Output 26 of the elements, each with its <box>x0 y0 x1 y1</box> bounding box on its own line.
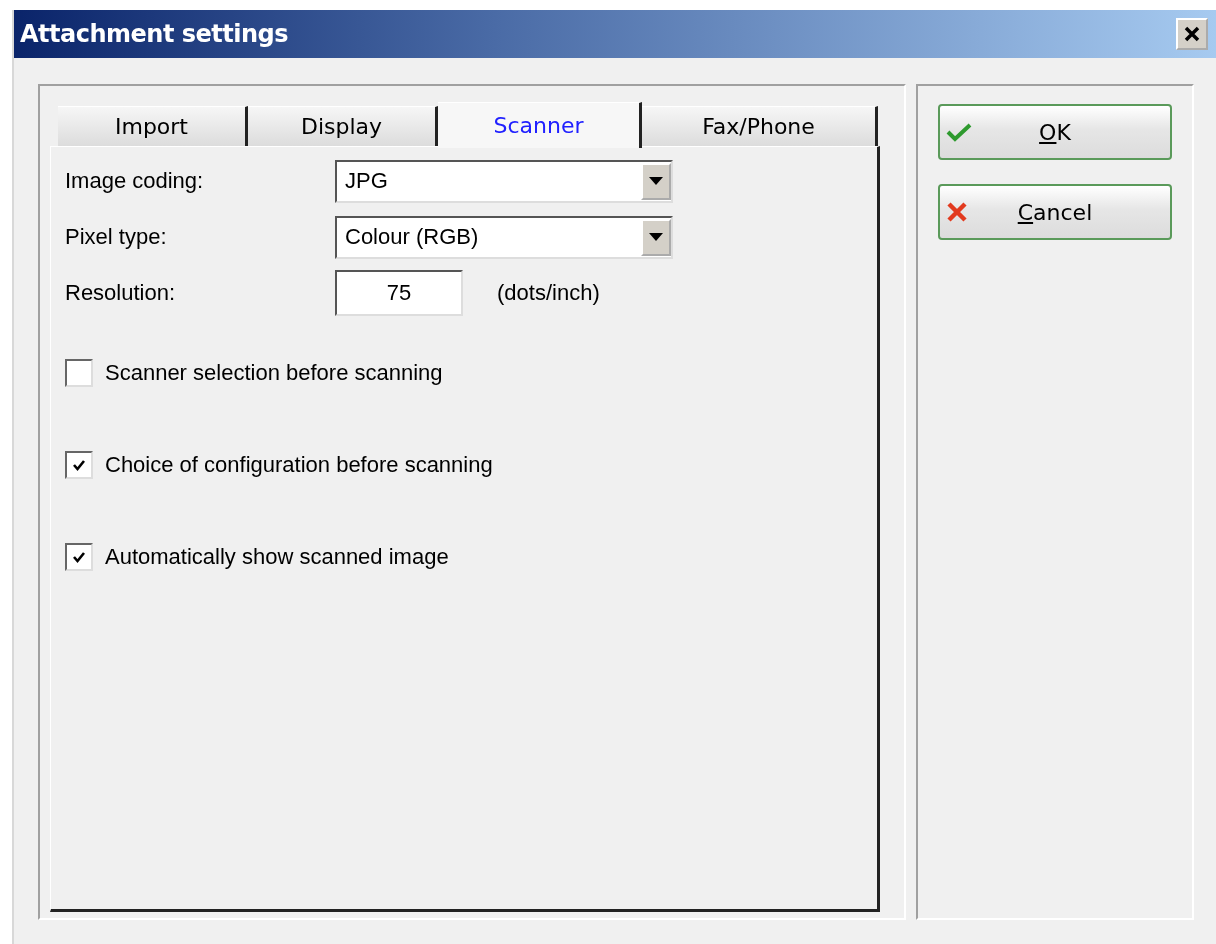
window-title: Attachment settings <box>20 20 288 48</box>
dropdown[interactable]: Colour (RGB) <box>335 215 673 259</box>
checkmark-icon <box>946 121 972 143</box>
close-button[interactable] <box>1176 18 1208 50</box>
checkbox-label: Scanner selection before scanning <box>105 360 443 386</box>
input-field[interactable]: 75 <box>335 270 463 316</box>
ok-button[interactable]: OK <box>938 104 1172 160</box>
caret-icon <box>649 177 663 185</box>
field-label: Resolution: <box>65 280 177 306</box>
tab[interactable]: Fax/Phone <box>642 106 878 146</box>
cancel-button[interactable]: Cancel <box>938 184 1172 240</box>
tab[interactable]: Import <box>58 106 248 146</box>
checkbox[interactable] <box>65 543 93 571</box>
checkbox-label: Choice of configuration before scanning <box>105 452 493 478</box>
cross-icon <box>946 201 968 223</box>
field-label: Image coding: <box>65 168 205 194</box>
unit-label: (dots/inch) <box>497 280 600 306</box>
checkbox[interactable] <box>65 359 93 387</box>
checkbox[interactable] <box>65 451 93 479</box>
checkbox-label: Automatically show scanned image <box>105 544 449 570</box>
tab[interactable]: Display <box>248 106 438 146</box>
field-label: Pixel type: <box>65 224 168 250</box>
close-icon <box>1183 25 1201 43</box>
dropdown[interactable]: JPG <box>335 159 673 203</box>
caret-icon <box>649 233 663 241</box>
tab[interactable]: Scanner <box>438 102 642 148</box>
